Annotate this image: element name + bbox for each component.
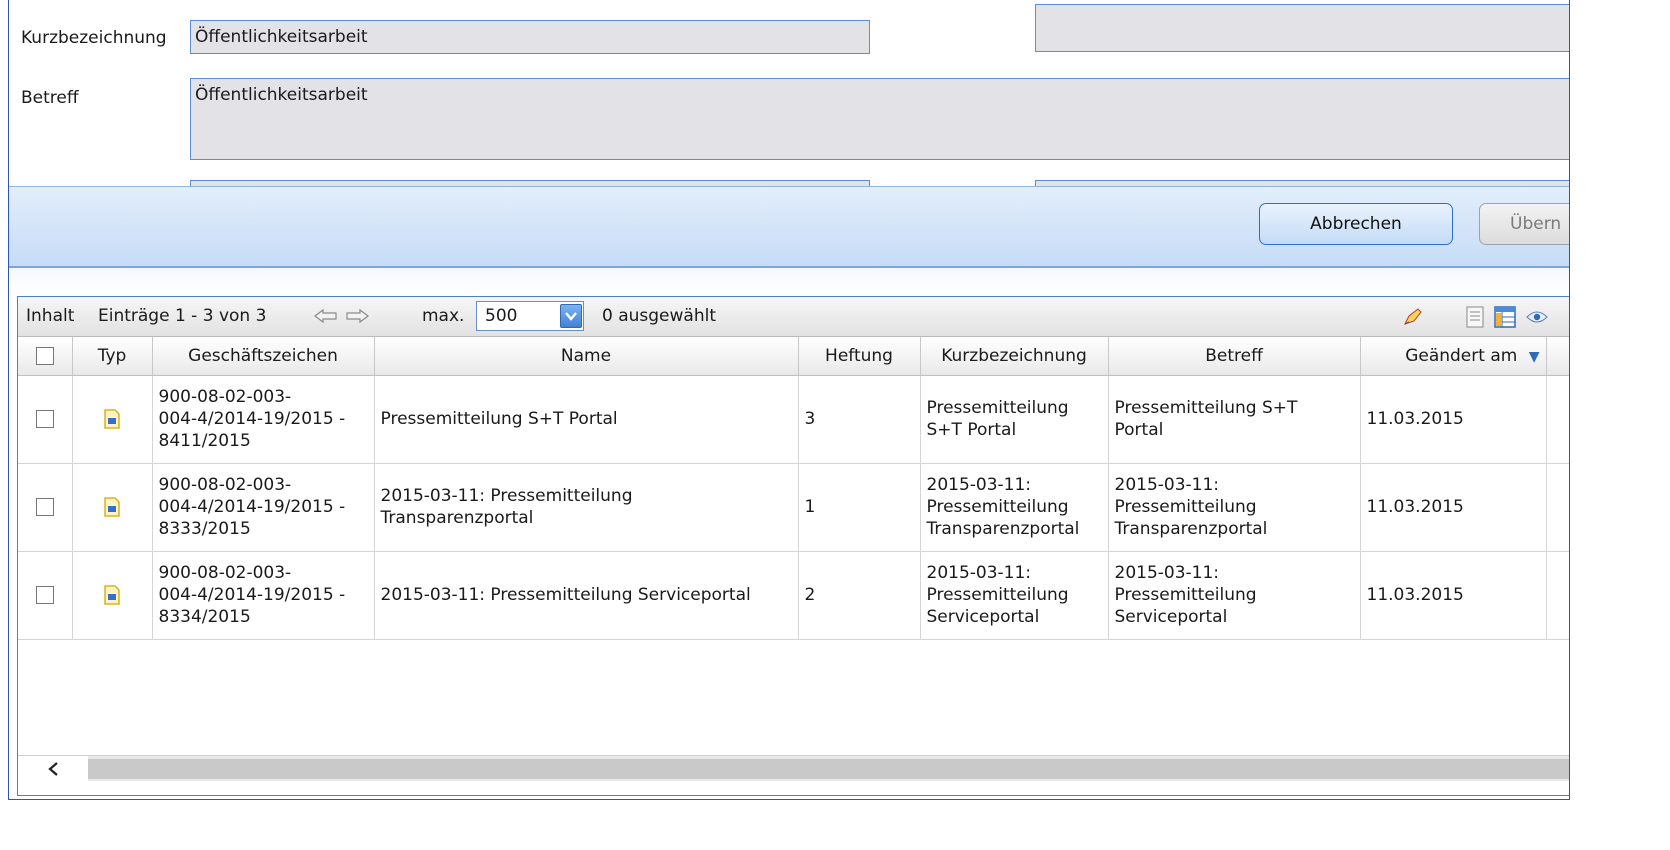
form-area: Kurzbezeichnung Öffentlichkeitsarbeit Be… bbox=[9, 0, 1569, 186]
table-row[interactable]: 900-08-02-003- 004-4/2014-19/2015 -8411/2… bbox=[18, 375, 1569, 464]
edit-icon[interactable] bbox=[1402, 306, 1424, 328]
geschaeftszeichen-cell: 900-08-02-003- 004-4/2014-19/2015 -8411/2… bbox=[152, 375, 375, 464]
list-view-icon[interactable] bbox=[1466, 306, 1484, 328]
kurzbezeichnung-field[interactable]: Öffentlichkeitsarbeit bbox=[190, 20, 870, 54]
entries-count: Einträge 1 - 3 von 3 bbox=[98, 306, 267, 326]
separator-area bbox=[9, 268, 1569, 296]
sort-descending-icon[interactable]: ▼ bbox=[1529, 349, 1540, 365]
heftung-cell: 2 bbox=[798, 551, 921, 640]
column-header-overflow bbox=[1546, 337, 1569, 376]
overflow-cell bbox=[1546, 375, 1569, 464]
betreff-label: Betreff bbox=[21, 88, 79, 108]
betreff-field[interactable]: Öffentlichkeitsarbeit bbox=[190, 78, 1569, 160]
dialog-frame: Kurzbezeichnung Öffentlichkeitsarbeit Be… bbox=[8, 0, 1570, 800]
max-label: max. bbox=[422, 306, 465, 326]
row-checkbox[interactable] bbox=[35, 410, 54, 428]
arrow-left-icon[interactable] bbox=[314, 308, 338, 324]
horizontal-scrollbar[interactable] bbox=[18, 755, 1569, 782]
chevron-down-icon[interactable] bbox=[560, 304, 582, 328]
document-icon[interactable] bbox=[104, 409, 120, 429]
row-checkbox[interactable] bbox=[35, 498, 54, 516]
row-select-cell[interactable] bbox=[18, 551, 73, 640]
name-cell[interactable]: 2015-03-11: Pressemitteilung Serviceport… bbox=[374, 551, 799, 640]
name-cell[interactable]: 2015-03-11: Pressemitteilung Transparenzp… bbox=[374, 463, 799, 552]
row-select-cell[interactable] bbox=[18, 463, 73, 552]
geaendert-am-label: Geändert am bbox=[1405, 345, 1518, 366]
grid-toolbar: Inhalt Einträge 1 - 3 von 3 max. 500 0 a… bbox=[18, 297, 1569, 337]
geschaeftszeichen-cell: 900-08-02-003- 004-4/2014-19/2015 -8333/2… bbox=[152, 463, 375, 552]
preview-eye-icon[interactable] bbox=[1526, 309, 1548, 325]
heftung-cell: 1 bbox=[798, 463, 921, 552]
selected-count: 0 ausgewählt bbox=[602, 306, 717, 326]
table-row[interactable]: 900-08-02-003- 004-4/2014-19/2015 -8334/2… bbox=[18, 551, 1569, 640]
scrollbar-thumb[interactable] bbox=[88, 759, 1569, 779]
column-layout-icon[interactable] bbox=[1494, 306, 1516, 328]
geaendert-am-cell: 11.03.2015 bbox=[1360, 463, 1547, 552]
scroll-left-button[interactable] bbox=[18, 756, 88, 782]
betreff-cell: Pressemitteilung S+T Portal bbox=[1108, 375, 1361, 464]
geaendert-am-cell: 11.03.2015 bbox=[1360, 551, 1547, 640]
table-header-row: Typ Geschäftszeichen Name Heftung Kurzbe… bbox=[18, 337, 1569, 376]
geaendert-am-cell: 11.03.2015 bbox=[1360, 375, 1547, 464]
chevron-left-icon[interactable] bbox=[46, 761, 60, 777]
kurzbezeichnung-cell: 2015-03-11: Pressemitteilung Transparenzpo… bbox=[920, 463, 1109, 552]
row-select-cell[interactable] bbox=[18, 375, 73, 464]
column-header-betreff[interactable]: Betreff bbox=[1108, 337, 1361, 376]
arrow-right-icon[interactable] bbox=[345, 308, 369, 324]
betreff-cell: 2015-03-11: Pressemitteilung Transparenzpo… bbox=[1108, 463, 1361, 552]
typ-cell bbox=[72, 375, 153, 464]
section-label: Inhalt bbox=[26, 306, 75, 326]
max-entries-select[interactable]: 500 bbox=[476, 301, 584, 331]
betreff-cell: 2015-03-11: Pressemitteilung Serviceportal bbox=[1108, 551, 1361, 640]
typ-cell bbox=[72, 463, 153, 552]
geschaeftszeichen-cell: 900-08-02-003- 004-4/2014-19/2015 -8334/2… bbox=[152, 551, 375, 640]
cancel-button[interactable]: Abbrechen bbox=[1259, 203, 1453, 245]
select-all-checkbox[interactable] bbox=[35, 346, 54, 365]
column-header-typ[interactable]: Typ bbox=[72, 337, 153, 376]
name-cell[interactable]: Pressemitteilung S+T Portal bbox=[374, 375, 799, 464]
content-table: Typ Geschäftszeichen Name Heftung Kurzbe… bbox=[18, 337, 1569, 640]
max-entries-value: 500 bbox=[485, 306, 518, 326]
document-icon[interactable] bbox=[104, 585, 120, 605]
table-row[interactable]: 900-08-02-003- 004-4/2014-19/2015 -8333/2… bbox=[18, 463, 1569, 552]
dialog-button-bar: Abbrechen Übern bbox=[9, 186, 1569, 268]
document-icon[interactable] bbox=[104, 497, 120, 517]
secondary-field[interactable] bbox=[1035, 4, 1569, 52]
content-panel: Inhalt Einträge 1 - 3 von 3 max. 500 0 a… bbox=[17, 296, 1569, 796]
overflow-cell bbox=[1546, 551, 1569, 640]
apply-button[interactable]: Übern bbox=[1479, 203, 1569, 245]
column-header-geaendert-am[interactable]: Geändert am ▼ bbox=[1360, 337, 1547, 376]
select-all-header[interactable] bbox=[18, 337, 73, 376]
heftung-cell: 3 bbox=[798, 375, 921, 464]
kurzbezeichnung-label: Kurzbezeichnung bbox=[21, 28, 167, 48]
column-header-name[interactable]: Name bbox=[374, 337, 799, 376]
kurzbezeichnung-cell: 2015-03-11: Pressemitteilung Serviceportal bbox=[920, 551, 1109, 640]
column-header-heftung[interactable]: Heftung bbox=[798, 337, 921, 376]
column-header-kurzbezeichnung[interactable]: Kurzbezeichnung bbox=[920, 337, 1109, 376]
overflow-cell bbox=[1546, 463, 1569, 552]
kurzbezeichnung-cell: Pressemitteilung S+T Portal bbox=[920, 375, 1109, 464]
column-header-geschaeftszeichen[interactable]: Geschäftszeichen bbox=[152, 337, 375, 376]
row-checkbox[interactable] bbox=[35, 586, 54, 604]
typ-cell bbox=[72, 551, 153, 640]
